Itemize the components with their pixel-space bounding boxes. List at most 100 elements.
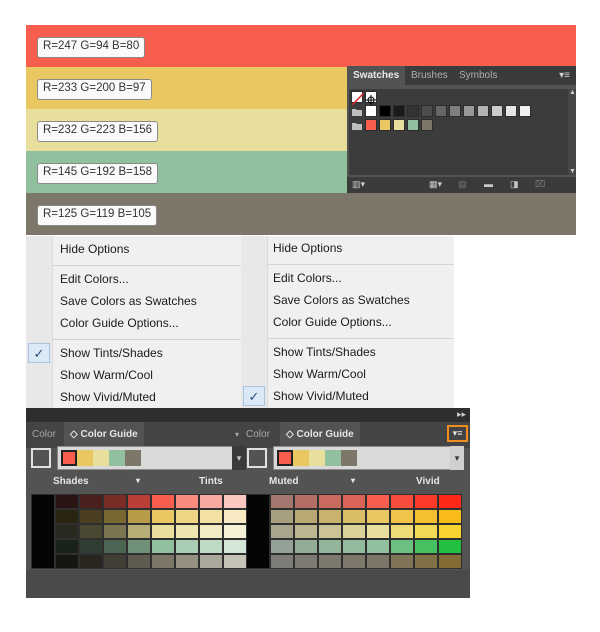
swatch-options-icon[interactable]: ▤ xyxy=(458,179,467,190)
none-swatch[interactable] xyxy=(351,91,365,106)
new-swatch-icon[interactable]: ◨ xyxy=(510,179,519,190)
grid-cell[interactable] xyxy=(223,539,247,554)
swatch[interactable] xyxy=(407,119,419,131)
swatch[interactable] xyxy=(505,105,517,117)
grid-cell[interactable] xyxy=(103,509,127,524)
tab-color-guide[interactable]: ◇ Color Guide xyxy=(280,422,360,448)
grid-cell[interactable] xyxy=(175,524,199,539)
swatch[interactable] xyxy=(449,105,461,117)
swatch[interactable] xyxy=(421,105,433,117)
grid-cell[interactable] xyxy=(366,494,390,509)
grid-cell[interactable] xyxy=(366,509,390,524)
grid-cell[interactable] xyxy=(318,494,342,509)
menu-item-show-vivid-muted[interactable]: Show Vivid/Muted xyxy=(273,387,369,405)
grid-cell[interactable] xyxy=(318,554,342,569)
grid-cell[interactable] xyxy=(55,494,79,509)
grid-cell[interactable] xyxy=(342,539,366,554)
group-swatch[interactable] xyxy=(325,450,341,466)
grid-cell[interactable] xyxy=(342,524,366,539)
grid-cell[interactable] xyxy=(270,524,294,539)
swatch[interactable] xyxy=(365,119,377,131)
menu-item-show-warm-cool[interactable]: Show Warm/Cool xyxy=(273,365,366,383)
base-color-box[interactable] xyxy=(31,448,51,468)
swatch[interactable] xyxy=(379,105,391,117)
grid-cell[interactable] xyxy=(414,509,438,524)
swatch[interactable] xyxy=(435,105,447,117)
grid-cell[interactable] xyxy=(414,494,438,509)
group-swatch[interactable] xyxy=(293,450,309,466)
group-swatch[interactable] xyxy=(93,450,109,466)
grid-cell[interactable] xyxy=(175,494,199,509)
swatch[interactable] xyxy=(407,105,419,117)
menu-item-save-colors-as-swatches[interactable]: Save Colors as Swatches xyxy=(60,292,197,310)
grid-cell[interactable] xyxy=(127,494,151,509)
harmony-dropdown-right[interactable]: ▾ xyxy=(450,446,464,470)
grid-cell[interactable] xyxy=(390,494,414,509)
delete-icon[interactable]: ⌧ xyxy=(535,179,545,190)
grid-cell[interactable] xyxy=(151,494,175,509)
grid-cell[interactable] xyxy=(79,524,103,539)
harmony-group-bar-right[interactable] xyxy=(273,446,451,470)
grid-cell[interactable] xyxy=(175,554,199,569)
group-swatch[interactable] xyxy=(77,450,93,466)
menu-item-color-guide-options[interactable]: Color Guide Options... xyxy=(60,314,179,332)
grid-cell[interactable] xyxy=(223,494,247,509)
grid-cell[interactable] xyxy=(79,554,103,569)
menu-item-show-tints-shades[interactable]: Show Tints/Shades xyxy=(273,343,376,361)
grid-cell[interactable] xyxy=(55,554,79,569)
grid-cell[interactable] xyxy=(390,539,414,554)
grid-cell[interactable] xyxy=(390,554,414,569)
grid-cell[interactable] xyxy=(55,539,79,554)
grid-cell[interactable] xyxy=(318,509,342,524)
grid-cell[interactable] xyxy=(390,524,414,539)
grid-cell[interactable] xyxy=(103,539,127,554)
group-swatch[interactable] xyxy=(277,450,293,466)
grid-cell[interactable] xyxy=(438,494,462,509)
grid-cell[interactable] xyxy=(151,524,175,539)
grid-cell[interactable] xyxy=(270,494,294,509)
grid-cell[interactable] xyxy=(223,554,247,569)
grid-cell[interactable] xyxy=(414,554,438,569)
grid-cell[interactable] xyxy=(318,539,342,554)
panel-menu-icon[interactable]: ▾≡ xyxy=(553,66,576,85)
grid-cell[interactable] xyxy=(390,509,414,524)
group-swatch[interactable] xyxy=(341,450,357,466)
grid-cell[interactable] xyxy=(151,554,175,569)
tab-swatches[interactable]: Swatches xyxy=(347,66,406,85)
grid-cell[interactable] xyxy=(199,539,223,554)
grid-cell[interactable] xyxy=(438,539,462,554)
base-color-box[interactable] xyxy=(247,448,267,468)
swatch[interactable] xyxy=(463,105,475,117)
grid-cell[interactable] xyxy=(199,524,223,539)
grid-cell[interactable] xyxy=(342,494,366,509)
grid-cell[interactable] xyxy=(31,494,55,569)
grid-cell[interactable] xyxy=(199,509,223,524)
show-kind-icon[interactable]: ▦▾ xyxy=(429,179,442,190)
menu-item-edit-colors[interactable]: Edit Colors... xyxy=(273,269,342,287)
grid-cell[interactable] xyxy=(175,539,199,554)
harmony-dropdown-left[interactable]: ▾ xyxy=(232,446,246,470)
grid-cell[interactable] xyxy=(79,494,103,509)
grid-cell[interactable] xyxy=(127,554,151,569)
grid-cell[interactable] xyxy=(438,554,462,569)
grid-cell[interactable] xyxy=(175,509,199,524)
grid-cell[interactable] xyxy=(103,494,127,509)
menu-item-show-tints-shades[interactable]: Show Tints/Shades xyxy=(60,344,163,362)
grid-cell[interactable] xyxy=(79,539,103,554)
library-icon[interactable]: ▥▾ xyxy=(352,179,365,190)
tab-color-guide[interactable]: ◇ Color Guide xyxy=(64,422,144,448)
swatch[interactable] xyxy=(491,105,503,117)
tab-color[interactable]: Color xyxy=(240,422,276,448)
tab-brushes[interactable]: Brushes xyxy=(405,66,454,85)
grid-cell[interactable] xyxy=(199,554,223,569)
grid-cell[interactable] xyxy=(414,524,438,539)
swatch[interactable] xyxy=(477,105,489,117)
grid-cell[interactable] xyxy=(270,539,294,554)
registration-swatch[interactable] xyxy=(365,91,377,105)
grid-cell[interactable] xyxy=(294,524,318,539)
grid-cell[interactable] xyxy=(199,494,223,509)
grid-cell[interactable] xyxy=(55,524,79,539)
grid-cell[interactable] xyxy=(366,554,390,569)
menu-item-hide-options[interactable]: Hide Options xyxy=(60,240,129,258)
swatch[interactable] xyxy=(393,119,405,131)
